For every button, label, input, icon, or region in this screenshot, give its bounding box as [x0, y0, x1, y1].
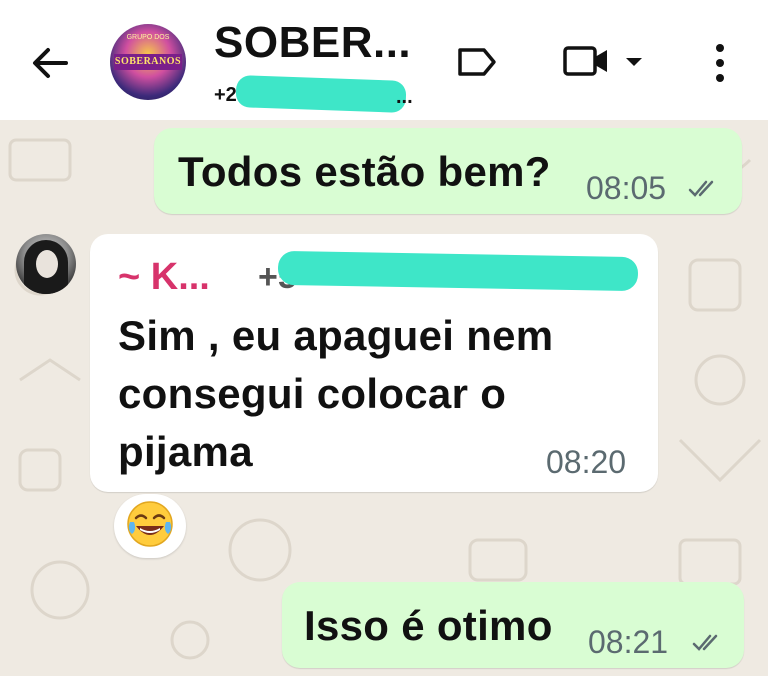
chat-header: GRUPO DOS SOBERANOS SOBER... +2 ...	[0, 0, 768, 120]
label-tag-icon[interactable]	[456, 46, 498, 78]
message-text-line: pijama	[118, 428, 253, 475]
message-time: 08:21	[588, 624, 669, 660]
tears-of-joy-emoji-icon	[127, 501, 173, 547]
video-call-icon[interactable]	[562, 44, 610, 78]
caret-down-icon[interactable]	[624, 56, 644, 68]
chat-subtitle-ellipsis: ...	[396, 86, 413, 108]
message-text-line: Sim , eu apaguei nem	[118, 312, 554, 359]
chat-subtitle: +2	[214, 84, 237, 106]
message-bubble-outgoing[interactable]: Todos estão bem? 08:05	[154, 128, 742, 214]
sender-name[interactable]: ~ K...	[118, 256, 210, 299]
group-avatar[interactable]: GRUPO DOS SOBERANOS	[110, 24, 186, 100]
back-arrow-icon[interactable]	[28, 40, 74, 86]
message-bubble-incoming[interactable]: ~ K... +5 Sim , eu apaguei nem consegui …	[90, 234, 658, 492]
redaction-mark	[277, 250, 639, 292]
message-bubble-outgoing[interactable]: Isso é otimo 08:21	[282, 582, 744, 668]
message-time: 08:20	[546, 444, 627, 480]
group-avatar-text: SOBERANOS	[114, 54, 182, 70]
message-reaction[interactable]	[114, 494, 186, 558]
read-receipt-icon	[688, 180, 714, 197]
group-avatar-toptext: GRUPO DOS	[126, 34, 170, 41]
read-receipt-icon	[692, 634, 718, 651]
redaction-mark	[235, 75, 407, 113]
more-options-icon[interactable]	[712, 40, 728, 86]
message-text: Isso é otimo	[304, 602, 553, 649]
chat-area[interactable]: Todos estão bem? 08:05 ~ K... +5 Sim , e…	[0, 120, 768, 676]
sender-avatar[interactable]	[16, 234, 76, 294]
message-text: Todos estão bem?	[178, 148, 551, 195]
chat-title[interactable]: SOBER...	[214, 18, 411, 68]
message-time: 08:05	[586, 170, 667, 206]
message-text-line: consegui colocar o	[118, 370, 507, 417]
